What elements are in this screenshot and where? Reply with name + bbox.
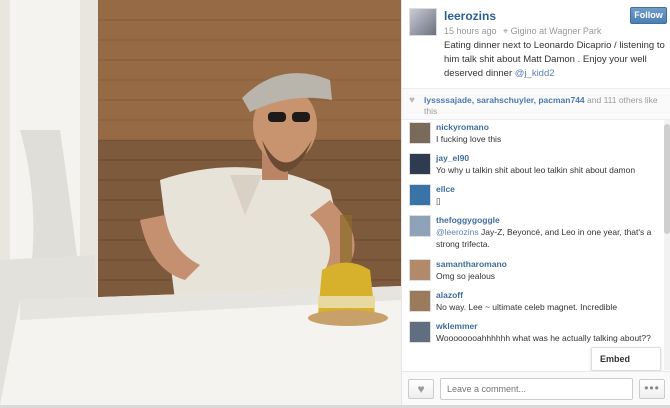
embed-menu-item[interactable]: Embed xyxy=(591,347,661,371)
comment-username[interactable]: samantharomano xyxy=(436,259,507,269)
heart-icon: ♥ xyxy=(409,95,415,106)
like-button[interactable]: ♥ xyxy=(408,379,434,399)
comment-text: I fucking love this xyxy=(436,134,502,144)
comment-text: No way. Lee ~ ultimate celeb magnet. Inc… xyxy=(436,302,618,312)
comment-avatar[interactable] xyxy=(409,290,431,312)
post-photo xyxy=(0,0,401,405)
heart-icon: ♥ xyxy=(417,382,425,396)
follow-button[interactable]: Follow xyxy=(630,7,667,24)
comments-list: nickyromano I fucking love this jay_el90… xyxy=(402,120,662,370)
comments-scrollbar[interactable] xyxy=(664,120,670,370)
comment-text: @leerozins Jay-Z, Beyoncé, and Leo in on… xyxy=(436,226,658,250)
post-caption: Eating dinner next to Leonardo Dicaprio … xyxy=(444,39,666,81)
photo-illustration xyxy=(0,0,401,405)
comment-avatar[interactable] xyxy=(409,215,431,237)
comment-text: Woooooooahhhhhh what was he actually tal… xyxy=(436,333,651,343)
comment-avatar[interactable] xyxy=(409,321,431,343)
comment-footer: ♥ ••• xyxy=(402,371,670,405)
comment-text: Yo why u talkin shit about leo talkin sh… xyxy=(436,165,636,175)
likes-text: lyssssajade, sarahschuyler, pacman744 an… xyxy=(424,95,664,117)
scrollbar-thumb[interactable] xyxy=(664,124,670,234)
comment-text: Omg so jealous xyxy=(436,271,496,281)
post-meta: 15 hours ago ⌖ Gigino at Wagner Park xyxy=(444,26,601,37)
comment-username[interactable]: nickyromano xyxy=(436,122,489,132)
location-link[interactable]: Gigino at Wagner Park xyxy=(511,26,602,36)
time-ago: 15 hours ago xyxy=(444,26,497,36)
comment-input[interactable] xyxy=(440,378,633,400)
comment-mention[interactable]: @leerozins xyxy=(436,227,479,237)
comment-avatar[interactable] xyxy=(409,184,431,206)
likes-bar: ♥ lyssssajade, sarahschuyler, pacman744 … xyxy=(402,88,670,120)
comment-avatar[interactable] xyxy=(409,153,431,175)
comment-username[interactable]: wklemmer xyxy=(436,321,478,331)
post-username[interactable]: leerozins xyxy=(444,9,496,23)
comment-username[interactable]: jay_el90 xyxy=(436,153,469,163)
location-pin-icon: ⌖ xyxy=(503,26,509,36)
likers-names[interactable]: lyssssajade, sarahschuyler, pacman744 xyxy=(424,95,585,105)
caption-mention[interactable]: @j_kidd2 xyxy=(515,68,555,79)
comment-text: ▯ xyxy=(436,196,441,206)
avatar[interactable] xyxy=(409,8,437,36)
post-panel: leerozins 15 hours ago ⌖ Gigino at Wagne… xyxy=(401,0,670,405)
post-header: leerozins 15 hours ago ⌖ Gigino at Wagne… xyxy=(402,0,670,88)
comment-avatar[interactable] xyxy=(409,122,431,144)
comment-avatar[interactable] xyxy=(409,259,431,281)
more-icon: ••• xyxy=(644,381,660,395)
comment-username[interactable]: thefoggygoggle xyxy=(436,215,500,225)
comment-username[interactable]: alazoff xyxy=(436,290,463,300)
comment-username[interactable]: ellce xyxy=(436,184,455,194)
more-button[interactable]: ••• xyxy=(639,379,665,399)
